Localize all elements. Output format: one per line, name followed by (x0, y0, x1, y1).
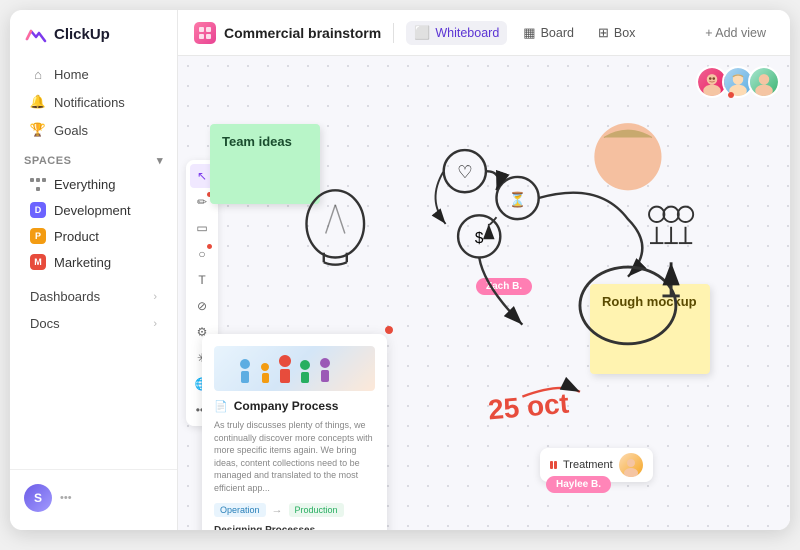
board-icon: ▦ (523, 25, 535, 41)
goals-icon: 🏆 (30, 122, 46, 138)
development-dot: D (30, 202, 46, 218)
space-label-everything: Everything (54, 177, 115, 192)
tab-box[interactable]: ⊞ Box (590, 21, 643, 45)
nav-label-goals: Goals (54, 123, 88, 138)
title-area: Commercial brainstorm (194, 22, 381, 44)
product-dot: P (30, 228, 46, 244)
nav-label-home: Home (54, 67, 89, 82)
sticky-note-rough-mockup[interactable]: Rough mockup (590, 284, 710, 374)
doc-card-title: 📄 Company Process (214, 399, 375, 413)
nav-item-home[interactable]: ⌂ Home (16, 60, 171, 88)
nav-label-notifications: Notifications (54, 95, 125, 110)
sidebar-item-everything[interactable]: Everything (16, 171, 171, 197)
circle-tool-indicator (207, 244, 212, 249)
nav-item-notifications[interactable]: 🔔 Notifications (16, 88, 171, 116)
more-icon: ••• (60, 492, 72, 504)
nav-label-docs: Docs (30, 316, 60, 331)
name-badge-zach: Zach B. (476, 278, 532, 295)
whiteboard-icon: ⬜ (414, 25, 430, 41)
docs-chevron-icon: › (153, 318, 157, 330)
home-icon: ⌂ (30, 66, 46, 82)
main-content: Commercial brainstorm ⬜ Whiteboard ▦ Boa… (178, 10, 790, 530)
space-label-marketing: Marketing (54, 255, 111, 270)
doc-card-company-process[interactable]: 📄 Company Process As truly discusses ple… (202, 334, 387, 530)
text-tool[interactable]: T (190, 268, 214, 292)
spaces-label: Spaces (24, 155, 71, 167)
spaces-chevron-icon: ▾ (157, 154, 163, 167)
flow-from-badge: Operation (214, 503, 266, 517)
marketing-dot: M (30, 254, 46, 270)
dashboards-chevron-icon: › (153, 291, 157, 303)
logo-area: ClickUp (10, 22, 177, 60)
sidebar-bottom: S ••• (10, 469, 177, 518)
connector-tool[interactable]: ⊘ (190, 294, 214, 318)
tab-whiteboard[interactable]: ⬜ Whiteboard (406, 21, 507, 45)
date-annotation: 25 oct (487, 388, 570, 427)
app-frame: ClickUp ⌂ Home 🔔 Notifications 🏆 Goals S… (10, 10, 790, 530)
doc-card-header-image (214, 346, 375, 391)
whiteboard-canvas[interactable]: ↖ ✏ ▭ ○ T ⊘ ⚙ ✳ 🌐 ••• (178, 56, 790, 530)
sidebar-item-development[interactable]: D Development (16, 197, 171, 223)
everything-grid-icon (30, 176, 46, 192)
collaborator-avatar-3 (748, 66, 780, 98)
user-avatar-area[interactable]: S ••• (10, 478, 177, 518)
sidebar-item-marketing[interactable]: M Marketing (16, 249, 171, 275)
nav-label-dashboards: Dashboards (30, 289, 100, 304)
name-badge-haylee: Haylee B. (546, 476, 611, 493)
clickup-logo-icon (24, 22, 48, 46)
svg-text:♡: ♡ (457, 162, 472, 182)
svg-text:$: $ (475, 230, 484, 247)
page-title: Commercial brainstorm (224, 25, 381, 41)
spaces-section-header: Spaces ▾ (10, 144, 177, 171)
red-dot-indicator (385, 326, 393, 334)
app-name: ClickUp (54, 26, 110, 43)
tab-board[interactable]: ▦ Board (515, 21, 582, 45)
tab-whiteboard-label: Whiteboard (435, 26, 499, 40)
sidebar-item-product[interactable]: P Product (16, 223, 171, 249)
collaborator-avatars (696, 66, 780, 98)
sticky-note-team-ideas[interactable]: Team ideas (210, 124, 320, 204)
topbar: Commercial brainstorm ⬜ Whiteboard ▦ Boa… (178, 10, 790, 56)
add-view-button[interactable]: + Add view (697, 22, 774, 44)
space-label-product: Product (54, 229, 99, 244)
doc-section-title: Designing Processes (214, 525, 375, 530)
nav-item-docs[interactable]: Docs › (16, 310, 171, 337)
treatment-avatar (619, 453, 643, 477)
doc-icon: 📄 (214, 400, 228, 413)
flow-arrow-icon: → (272, 504, 283, 516)
rectangle-tool[interactable]: ▭ (190, 216, 214, 240)
tab-board-label: Board (541, 26, 574, 40)
doc-card-body: As truly discusses plenty of things, we … (214, 419, 375, 495)
add-view-label: + Add view (705, 26, 766, 40)
sidebar: ClickUp ⌂ Home 🔔 Notifications 🏆 Goals S… (10, 10, 178, 530)
flow-to-badge: Production (289, 503, 344, 517)
topbar-divider (393, 23, 394, 43)
tab-box-label: Box (614, 26, 636, 40)
nav-item-goals[interactable]: 🏆 Goals (16, 116, 171, 144)
space-label-development: Development (54, 203, 131, 218)
svg-text:⏳: ⏳ (509, 191, 527, 209)
doc-card-flow: Operation → Production (214, 503, 375, 517)
nav-item-dashboards[interactable]: Dashboards › (16, 283, 171, 310)
online-indicator (728, 92, 734, 98)
user-avatar: S (24, 484, 52, 512)
treatment-icon (550, 461, 557, 469)
bell-icon: 🔔 (30, 94, 46, 110)
box-icon: ⊞ (598, 25, 609, 41)
circle-tool-wrapper: ○ (190, 242, 214, 266)
project-icon (194, 22, 216, 44)
